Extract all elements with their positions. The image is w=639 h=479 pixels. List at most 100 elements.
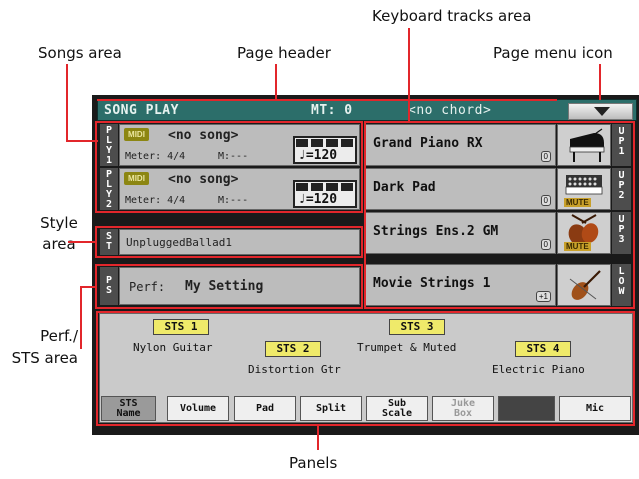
callout-line-tracks <box>408 28 410 123</box>
style-name: UnpluggedBallad1 <box>126 236 232 249</box>
highlight-songs-area <box>95 211 363 213</box>
highlight-keyboard-tracks <box>364 307 635 309</box>
callout-line-header <box>275 64 277 100</box>
tab-sts-name[interactable]: STS Name <box>101 396 156 421</box>
page-menu-icon[interactable] <box>568 103 633 120</box>
player2-tag[interactable]: PLY2 <box>100 168 118 210</box>
track-up1-octave: 0 <box>540 151 551 162</box>
page-title: SONG PLAY <box>104 103 179 118</box>
track-low[interactable]: Movie Strings 1 +1 <box>364 264 556 306</box>
sts1-sound-name: Nylon Guitar <box>133 341 213 354</box>
callout-line-perf <box>80 286 96 288</box>
player2-song-name: <no song> <box>168 172 239 187</box>
sts3-sound-name: Trumpet & Muted <box>357 341 457 354</box>
player2-measure: M:--- <box>218 195 249 206</box>
player1-measure: M:--- <box>218 151 249 162</box>
sts4-sound-name: Electric Piano <box>492 363 585 376</box>
highlight-style-area <box>95 256 363 258</box>
callout-line-songs <box>66 140 98 142</box>
sts1-button[interactable]: STS 1 <box>153 319 209 335</box>
highlight-keyboard-tracks <box>364 121 366 309</box>
track-up2-mute-badge: MUTE <box>564 198 591 207</box>
highlight-keyboard-tracks <box>364 121 635 123</box>
callout-line-panels <box>317 426 319 450</box>
tab-empty <box>498 396 555 421</box>
player1-song-name: <no song> <box>168 128 239 143</box>
highlight-perf-area <box>95 264 363 266</box>
highlight-page-header <box>97 99 557 101</box>
callout-page-menu-icon: Page menu icon <box>493 44 613 62</box>
player1-panel[interactable]: MIDI <no song> Meter: 4/4 M:--- ♩=120 <box>119 124 360 166</box>
track-up1[interactable]: Grand Piano RX 0 <box>364 124 556 166</box>
grand-piano-icon <box>569 128 605 162</box>
tab-volume[interactable]: Volume <box>167 396 229 421</box>
callout-panels: Panels <box>289 454 338 472</box>
highlight-panels <box>633 311 635 426</box>
callout-line-style <box>68 241 96 243</box>
highlight-style-area <box>95 226 363 228</box>
player1-meter: Meter: 4/4 <box>125 151 186 162</box>
callout-line-menu <box>599 64 601 100</box>
track-up3-mute-badge: MUTE <box>564 242 591 251</box>
track-up3-tag[interactable]: UP3 <box>612 212 631 254</box>
callout-page-header: Page header <box>237 44 331 62</box>
tab-juke-box[interactable]: Juke Box <box>432 396 494 421</box>
performance-panel[interactable]: Perf: My Setting <box>119 267 360 305</box>
style-tag[interactable]: ST <box>100 229 118 255</box>
style-panel[interactable]: UnpluggedBallad1 <box>119 229 360 255</box>
callout-perf-sts-area: Perf./ STS area <box>11 327 78 367</box>
tab-mic[interactable]: Mic <box>559 396 631 421</box>
performance-name: My Setting <box>185 279 264 294</box>
track-low-octave: +1 <box>535 291 551 302</box>
track-up2[interactable]: Dark Pad 0 <box>364 168 556 210</box>
sts2-button[interactable]: STS 2 <box>265 341 321 357</box>
callout-style-area: Style area <box>40 214 78 253</box>
highlight-songs-area <box>361 121 363 213</box>
callout-songs-area: Songs area <box>38 44 122 62</box>
track-up3[interactable]: Strings Ens.2 GM 0 <box>364 212 556 254</box>
performance-label: Perf: <box>129 280 166 294</box>
callout-line-songs <box>66 64 68 140</box>
sts2-sound-name: Distortion Gtr <box>248 363 341 376</box>
highlight-songs-area <box>95 121 97 213</box>
chord-readout: <no chord> <box>408 103 492 118</box>
track-up2-octave: 0 <box>540 195 551 206</box>
highlight-panels <box>96 311 98 426</box>
callout-line-perf <box>80 286 82 349</box>
track-up1-instrument[interactable] <box>557 124 611 166</box>
page-header: SONG PLAY MT: 0 <no chord> <box>97 99 637 121</box>
track-low-name: Movie Strings 1 <box>373 276 491 291</box>
player2-panel[interactable]: MIDI <no song> Meter: 4/4 M:--- ♩=120 <box>119 168 360 210</box>
track-low-tag[interactable]: LOW <box>612 264 631 306</box>
track-up2-instrument[interactable]: MUTE <box>557 168 611 210</box>
highlight-style-area <box>361 226 363 258</box>
performance-tag[interactable]: PS <box>100 267 118 305</box>
track-up3-name: Strings Ens.2 GM <box>373 224 499 239</box>
track-up2-name: Dark Pad <box>373 180 436 195</box>
player1-tempo[interactable]: ♩=120 <box>293 136 357 164</box>
callout-keyboard-tracks-area: Keyboard tracks area <box>372 7 532 25</box>
midi-badge: MIDI <box>124 172 149 185</box>
violin-icon <box>569 270 601 300</box>
highlight-songs-area <box>95 121 363 123</box>
midi-badge: MIDI <box>124 128 149 141</box>
track-low-instrument[interactable] <box>557 264 611 306</box>
track-up2-tag[interactable]: UP2 <box>612 168 631 210</box>
track-up3-instrument[interactable]: MUTE <box>557 212 611 254</box>
tab-sub-scale[interactable]: Sub Scale <box>366 396 428 421</box>
track-up1-tag[interactable]: UP1 <box>612 124 631 166</box>
highlight-panels <box>96 424 635 426</box>
meter-tempo-readout: MT: 0 <box>311 103 353 118</box>
tab-pad[interactable]: Pad <box>234 396 296 421</box>
tab-split[interactable]: Split <box>300 396 362 421</box>
sts4-button[interactable]: STS 4 <box>515 341 571 357</box>
player2-tempo[interactable]: ♩=120 <box>293 180 357 208</box>
player1-tempo-value: ♩=120 <box>298 148 338 163</box>
highlight-panels <box>96 311 635 313</box>
player2-meter: Meter: 4/4 <box>125 195 186 206</box>
track-up1-name: Grand Piano RX <box>373 136 483 151</box>
player1-tag[interactable]: PLY1 <box>100 124 118 166</box>
track-up3-octave: 0 <box>540 239 551 250</box>
highlight-perf-area <box>95 307 363 309</box>
sts3-button[interactable]: STS 3 <box>389 319 445 335</box>
